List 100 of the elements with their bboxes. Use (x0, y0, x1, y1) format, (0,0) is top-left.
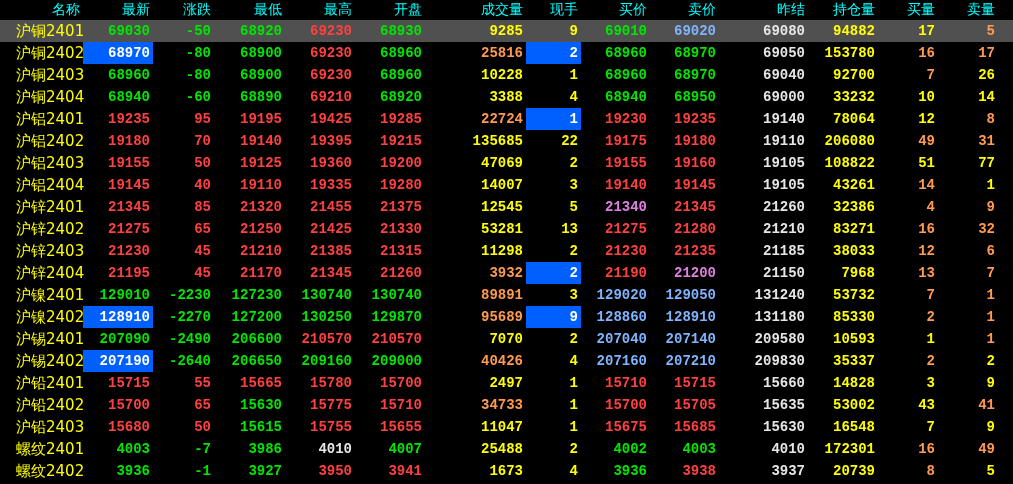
table-cell-text: 4 (568, 462, 579, 481)
table-cell-text: 129020 (595, 286, 648, 305)
table-cell-text: 21275 (604, 220, 648, 239)
table-cell-text: 41 (977, 396, 996, 415)
table-cell-text: 15700 (379, 374, 423, 393)
column-header[interactable]: 最高 (285, 1, 355, 19)
table-cell-text: 68960 (379, 66, 423, 85)
table-cell-text: 14 (917, 176, 936, 195)
table-cell-text: 21190 (604, 264, 648, 283)
contract-name: 螺纹2401 (15, 438, 83, 460)
table-cell-text: 47069 (480, 154, 524, 173)
table-cell-text: 21170 (239, 264, 283, 283)
contract-name: 沪铜2401 (15, 20, 83, 42)
column-header[interactable]: 持仓量 (808, 1, 878, 19)
table-cell-text: 19155 (604, 154, 648, 173)
table-cell-text: 9 (568, 22, 579, 41)
table-cell-text: 65 (193, 220, 212, 239)
table-cell-text: 4003 (115, 440, 151, 459)
table-cell-text: 3950 (317, 462, 353, 481)
contract-name: 沪铝2404 (15, 174, 83, 196)
table-cell-text: 69230 (309, 22, 353, 41)
table-cell-text: 19110 (762, 132, 806, 151)
contract-name: 沪锌2404 (15, 262, 83, 284)
table-cell-text: 31 (977, 132, 996, 151)
column-header[interactable]: 买量 (878, 1, 938, 19)
selected-row[interactable]: 沪铜2401 69030 -50 68920 69230 68930 9285 9 69010 69020 69080 94882 17 5 (0, 20, 1013, 42)
table-cell-text: 128910 (664, 308, 717, 327)
table-cell-text: 69080 (762, 22, 806, 41)
table-cell-text: 130740 (370, 286, 423, 305)
table-cell-text: 1 (568, 66, 579, 85)
table-cell-text: 15680 (107, 418, 151, 437)
table-cell-text: 12 (917, 242, 936, 261)
table-cell-text: 25488 (480, 440, 524, 459)
table-cell-text: 206080 (823, 132, 876, 151)
table-cell-text: 53281 (480, 220, 524, 239)
column-header[interactable]: 成交量 (425, 1, 526, 19)
table-cell-text: 14828 (832, 374, 876, 393)
table-cell-text: 92700 (832, 66, 876, 85)
table-cell-text: 68960 (604, 66, 648, 85)
contract-name: 沪锌2403 (15, 240, 83, 262)
table-cell-text: 13 (917, 264, 936, 283)
table-cell-text: 21280 (673, 220, 717, 239)
table-cell-text: 68920 (239, 22, 283, 41)
table-cell-text: 19105 (762, 176, 806, 195)
column-header[interactable]: 涨跌 (153, 1, 214, 19)
column-header[interactable]: 买价 (581, 1, 650, 19)
column-header[interactable]: 昨结 (719, 1, 808, 19)
column-header[interactable]: 卖量 (938, 1, 998, 19)
table-cell-text: 15630 (239, 396, 283, 415)
table-cell-text: 21230 (107, 242, 151, 261)
column-header[interactable]: 开盘 (355, 1, 425, 19)
table-cell-text: 7968 (840, 264, 876, 283)
contract-name: 沪铅2402 (15, 394, 83, 416)
contract-name: 沪镍2401 (15, 284, 83, 306)
table-cell-text: 77 (977, 154, 996, 173)
table-cell-text: 32386 (832, 198, 876, 217)
table-cell-text: 33232 (832, 88, 876, 107)
table-cell-text: 51 (917, 154, 936, 173)
table-cell-text: 55 (193, 374, 212, 393)
table-cell-text: 4 (568, 352, 579, 371)
table-cell-text: 4010 (770, 440, 806, 459)
contract-name: 沪铝2402 (15, 130, 83, 152)
table-cell-text: 16 (917, 44, 936, 63)
table-cell-text: 15700 (604, 396, 648, 415)
table-cell-text: -80 (184, 44, 212, 63)
table-cell-text: 2497 (488, 374, 524, 393)
table-cell-text: 43 (917, 396, 936, 415)
contract-name: 沪铝2403 (15, 152, 83, 174)
table-cell-text: 1 (985, 308, 996, 327)
table-cell-text: 7 (925, 418, 936, 437)
table-cell-text: 19425 (309, 110, 353, 129)
table-cell-text: 3388 (488, 88, 524, 107)
table-cell-text: 1 (568, 418, 579, 437)
table-cell-text: 10 (917, 88, 936, 107)
table-cell-text: 7 (925, 66, 936, 85)
table-cell-text: 2 (925, 352, 936, 371)
table-cell-text: 1 (568, 374, 579, 393)
table-cell-text: 19145 (107, 176, 151, 195)
table-cell-text: 68940 (107, 88, 151, 107)
table-cell-text: 207210 (664, 352, 717, 371)
table-cell-text: 16548 (832, 418, 876, 437)
table-cell-text: 69040 (762, 66, 806, 85)
column-header[interactable]: 最新 (83, 1, 153, 19)
table-cell-text: 19175 (604, 132, 648, 151)
table-cell-text: -50 (184, 22, 212, 41)
table-cell-text: 68960 (379, 44, 423, 63)
table-cell-text: 12545 (480, 198, 524, 217)
table-cell-text: 15660 (762, 374, 806, 393)
table-cell-text: 19110 (239, 176, 283, 195)
table-cell-text: 89891 (480, 286, 524, 305)
table-cell-text: 68970 (673, 44, 717, 63)
column-header[interactable]: 最低 (214, 1, 285, 19)
column-header[interactable]: 现手 (526, 1, 581, 19)
table-cell-text: 15710 (604, 374, 648, 393)
table-cell-text: 21385 (309, 242, 353, 261)
table-cell-text: 53002 (832, 396, 876, 415)
table-cell-text: 2 (568, 242, 579, 261)
table-cell-text: 15665 (239, 374, 283, 393)
column-header[interactable]: 名称 (0, 1, 83, 19)
column-header[interactable]: 卖价 (650, 1, 719, 19)
